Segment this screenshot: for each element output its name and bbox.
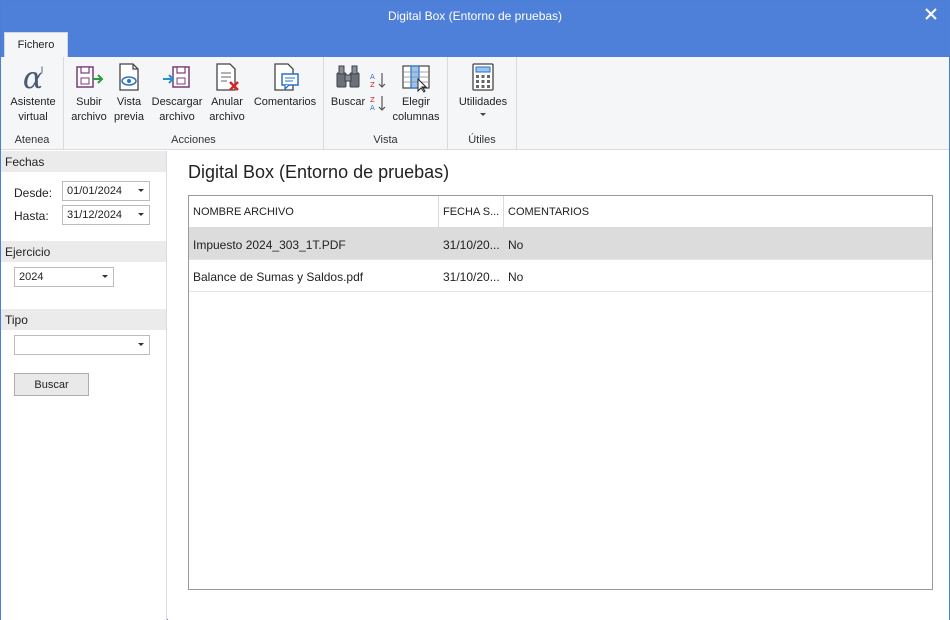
- comments-icon: [274, 63, 299, 91]
- anular-archivo-button[interactable]: Anular archivo: [207, 61, 247, 125]
- subir-archivo-button[interactable]: Subir archivo: [67, 61, 111, 125]
- group-label-acciones: Acciones: [171, 134, 216, 146]
- close-icon[interactable]: [921, 4, 941, 24]
- title-bar: Digital Box (Entorno de pruebas): [1, 1, 949, 32]
- buscar-ribbon-label: Buscar: [330, 96, 366, 108]
- chevron-down-icon[interactable]: [133, 182, 149, 200]
- elegir-columnas-label: Elegir columnas: [392, 96, 440, 123]
- ejercicio-select[interactable]: 2024: [14, 267, 114, 287]
- ribbon-group-vista: Buscar A Z Z A Elegir columnas Vista: [324, 57, 448, 150]
- upload-icon: [76, 66, 104, 88]
- ribbon-tab-row: Fichero: [1, 32, 949, 57]
- cell-comentarios: No: [508, 238, 524, 252]
- filter-sidebar: Fechas Desde: 01/01/2024 Hasta: 31/12/20…: [1, 151, 167, 620]
- chevron-down-icon[interactable]: [97, 268, 113, 286]
- group-label-atenea: Atenea: [14, 134, 50, 146]
- cancel-file-icon: [216, 63, 239, 91]
- cell-nombre: Impuesto 2024_303_1T.PDF: [193, 238, 346, 252]
- svg-text:Z: Z: [370, 96, 375, 104]
- hasta-date-field[interactable]: 31/12/2024: [62, 205, 150, 225]
- sort-desc-icon: Z A: [370, 96, 386, 112]
- cell-fecha: 31/10/20...: [443, 270, 500, 284]
- fechas-section-title: Fechas: [1, 151, 166, 172]
- comentarios-button[interactable]: Comentarios: [251, 61, 319, 110]
- sort-ascending-button[interactable]: A Z: [369, 71, 387, 91]
- ribbon: α ı Asistente virtual Atenea Subir archi…: [1, 57, 949, 150]
- binoculars-icon: [336, 65, 360, 88]
- subir-archivo-label: Subir archivo: [71, 96, 107, 123]
- choose-columns-icon: [402, 65, 430, 93]
- svg-text:ı: ı: [41, 64, 44, 75]
- chevron-down-icon: [454, 110, 512, 120]
- cell-fecha: 31/10/20...: [443, 238, 500, 252]
- utilidades-label: Utilidades: [458, 96, 508, 108]
- chevron-down-icon[interactable]: [133, 336, 149, 354]
- vista-previa-button[interactable]: Vista previa: [111, 61, 147, 125]
- column-header-comentarios[interactable]: COMENTARIOS: [504, 196, 932, 227]
- buscar-button[interactable]: Buscar: [14, 373, 89, 396]
- main-panel: Digital Box (Entorno de pruebas) NOMBRE …: [168, 151, 949, 620]
- anular-archivo-label: Anular archivo: [209, 96, 245, 123]
- asistente-virtual-label: Asistente virtual: [10, 96, 56, 123]
- hasta-date-value: 31/12/2024: [67, 209, 123, 221]
- tipo-select[interactable]: [14, 335, 150, 355]
- asistente-virtual-button[interactable]: α ı Asistente virtual: [5, 61, 61, 125]
- sort-descending-button[interactable]: Z A: [369, 94, 387, 114]
- descargar-archivo-label: Descargar archivo: [151, 96, 203, 123]
- table-header: NOMBRE ARCHIVO FECHA S... COMENTARIOS: [189, 196, 932, 228]
- files-table: NOMBRE ARCHIVO FECHA S... COMENTARIOS Im…: [188, 195, 933, 590]
- table-row[interactable]: Balance de Sumas y Saldos.pdf 31/10/20..…: [189, 260, 932, 292]
- svg-text:Z: Z: [370, 81, 375, 89]
- svg-text:A: A: [370, 104, 375, 112]
- group-label-vista: Vista: [373, 134, 398, 146]
- vista-previa-label: Vista previa: [114, 96, 144, 123]
- page-title: Digital Box (Entorno de pruebas): [188, 162, 450, 182]
- alpha-icon: α ı: [23, 61, 44, 93]
- calculator-icon: [472, 63, 494, 91]
- utilidades-button[interactable]: Utilidades: [454, 61, 512, 120]
- ejercicio-value: 2024: [19, 271, 44, 283]
- buscar-ribbon-button[interactable]: Buscar: [328, 61, 368, 110]
- tipo-section-title: Tipo: [1, 309, 166, 330]
- chevron-down-icon[interactable]: [133, 206, 149, 224]
- desde-label: Desde:: [14, 186, 53, 200]
- ribbon-group-atenea: α ı Asistente virtual Atenea: [1, 57, 64, 150]
- app-window: Digital Box (Entorno de pruebas) Fichero…: [0, 0, 950, 620]
- preview-icon: [119, 63, 139, 91]
- descargar-archivo-button[interactable]: Descargar archivo: [149, 61, 205, 125]
- ribbon-group-utiles: Utilidades Útiles: [448, 57, 517, 150]
- sort-asc-icon: A Z: [370, 73, 386, 89]
- window-title: Digital Box (Entorno de pruebas): [387, 9, 563, 23]
- desde-date-field[interactable]: 01/01/2024: [62, 181, 150, 201]
- column-header-fecha[interactable]: FECHA S...: [439, 196, 504, 227]
- table-row[interactable]: Impuesto 2024_303_1T.PDF 31/10/20... No: [189, 228, 932, 260]
- group-label-utiles: Útiles: [468, 134, 496, 146]
- comentarios-label: Comentarios: [253, 96, 317, 108]
- download-icon: [163, 66, 190, 88]
- cell-nombre: Balance de Sumas y Saldos.pdf: [193, 270, 364, 284]
- ejercicio-section-title: Ejercicio: [1, 241, 166, 262]
- hasta-label: Hasta:: [14, 209, 49, 223]
- elegir-columnas-button[interactable]: Elegir columnas: [390, 61, 442, 125]
- cell-comentarios: No: [508, 270, 524, 284]
- column-header-nombre[interactable]: NOMBRE ARCHIVO: [189, 196, 439, 227]
- desde-date-value: 01/01/2024: [67, 185, 123, 197]
- tab-fichero[interactable]: Fichero: [4, 32, 68, 57]
- svg-text:A: A: [370, 73, 375, 81]
- ribbon-group-acciones: Subir archivo Vista previa Descargar arc…: [64, 57, 324, 150]
